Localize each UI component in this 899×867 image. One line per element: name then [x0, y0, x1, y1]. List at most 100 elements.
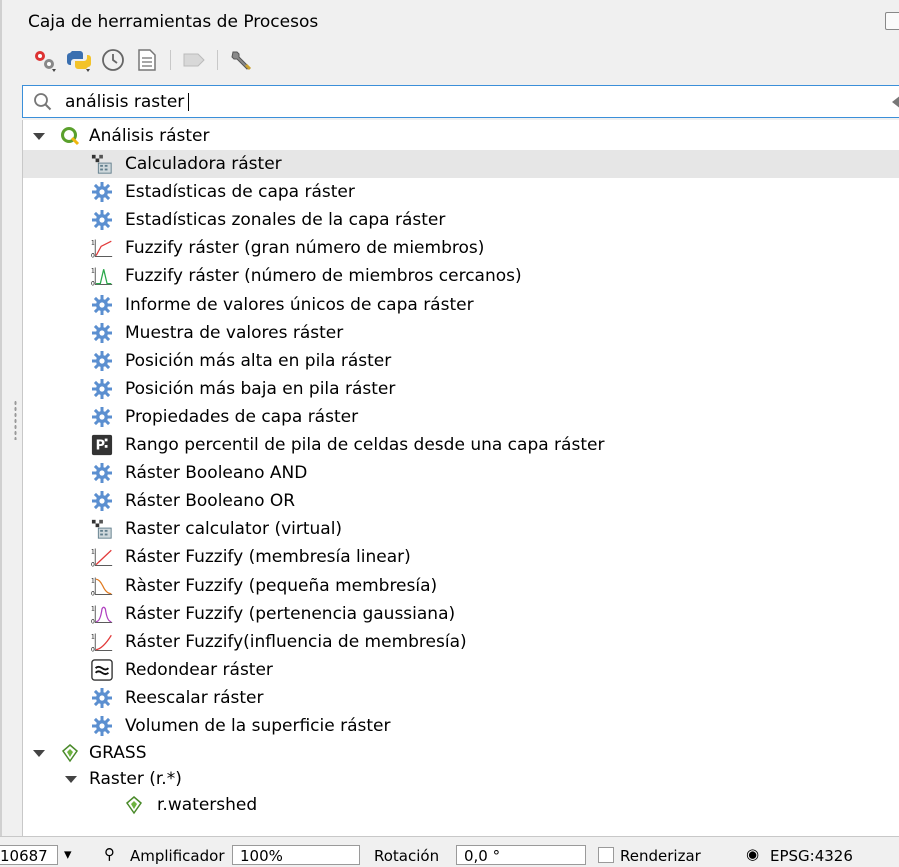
raster-calculator-icon [91, 153, 113, 175]
tree-item[interactable]: Propiedades de capa ráster [23, 403, 899, 431]
render-checkbox[interactable] [598, 847, 614, 863]
group-label: GRASS [89, 743, 147, 763]
raster-calculator-icon [91, 518, 113, 540]
tree-item[interactable]: 1 0 Ráster Fuzzify (pertenencia gaussiana) [23, 600, 899, 628]
item-label: Ráster Booleano OR [125, 491, 296, 511]
item-label: Ráster Fuzzify (membresía linear) [125, 547, 411, 567]
item-label: Estadísticas de capa ráster [125, 182, 355, 202]
round-raster-icon [91, 659, 113, 681]
tree-item[interactable]: 1 0 Ráster Fuzzify(influencia de membresía… [23, 628, 899, 656]
tree-item[interactable]: 1 0 Ráster Fuzzify (membresía linear) [23, 543, 899, 571]
svg-text:0: 0 [91, 562, 95, 568]
tree-item[interactable]: P Rango percentil de pila de celdas desde… [23, 431, 899, 459]
tree-item[interactable]: Reescalar ráster [23, 684, 899, 712]
svg-text:0: 0 [91, 253, 95, 259]
algorithm-gear-icon [91, 294, 113, 316]
tree-item[interactable]: Posición más baja en pila ráster [23, 375, 899, 403]
tree-item[interactable]: Estadísticas de capa ráster [23, 178, 899, 206]
item-label: Redondear ráster [125, 660, 273, 680]
algorithm-tree: Análisis ráster Calculadora ráster Estadí… [22, 120, 899, 836]
algorithm-gear-icon [91, 406, 113, 428]
tree-item[interactable]: 1 0 Fuzzify ráster (número de miembros cer… [23, 262, 899, 290]
python-icon[interactable] [62, 45, 96, 75]
item-label: Fuzzify ráster (número de miembros cerca… [125, 266, 522, 286]
algorithm-gear-icon [91, 490, 113, 512]
item-label: r.watershed [157, 795, 258, 815]
status-bar: 10687 ▾ ⚲ Amplificador 100% Rotación 0,0… [0, 836, 899, 865]
item-label: Ráster Fuzzify(influencia de membresía) [125, 632, 467, 652]
panel-title: Caja de herramientas de Procesos [28, 12, 319, 32]
svg-text:0: 0 [91, 619, 95, 625]
expand-arrow-icon[interactable] [65, 775, 77, 783]
results-icon[interactable] [130, 45, 164, 75]
item-label: Calculadora ráster [125, 154, 282, 174]
clear-search-icon[interactable] [892, 95, 899, 109]
tree-item[interactable]: Ráster Booleano OR [23, 487, 899, 515]
algorithm-gear-icon [91, 181, 113, 203]
fuzzify-near-icon: 10 [91, 265, 113, 287]
splitter-grip[interactable] [14, 400, 17, 440]
tree-item[interactable]: Raster calculator (virtual) [23, 515, 899, 543]
item-label: Raster calculator (virtual) [125, 519, 343, 539]
processing-toolbox-panel: Caja de herramientas de Procesos análisi… [0, 0, 899, 836]
svg-text:1: 1 [91, 550, 95, 556]
models-icon[interactable] [28, 45, 62, 75]
search-input[interactable]: análisis raster [65, 91, 190, 112]
svg-text:0: 0 [91, 647, 95, 653]
algorithm-gear-icon [91, 378, 113, 400]
search-value: análisis raster [65, 91, 185, 112]
algorithm-gear-icon [91, 322, 113, 344]
edit-features-icon[interactable] [177, 45, 211, 75]
algorithm-gear-icon [91, 715, 113, 737]
tree-item[interactable]: Redondear ráster [23, 656, 899, 684]
tree-item[interactable]: Informe de valores únicos de capa ráster [23, 291, 899, 319]
item-label: Posición más alta en pila ráster [125, 351, 392, 371]
rotation-value: 0,0 ° [464, 847, 501, 865]
fuzzify-gaussian-icon: 10 [91, 603, 113, 625]
tree-item[interactable]: Volumen de la superficie ráster [23, 712, 899, 740]
svg-text:0: 0 [91, 281, 95, 287]
tree-group-raster-analysis[interactable]: Análisis ráster [23, 122, 899, 150]
magnifier-label: Amplificador [130, 847, 225, 865]
tree-item[interactable]: Muestra de valores ráster [23, 319, 899, 347]
item-label: Muestra de valores ráster [125, 323, 344, 343]
tree-item[interactable]: 1 0 Fuzzify ráster (gran número de miembro… [23, 234, 899, 262]
percentile-icon: P [91, 434, 113, 456]
tree-item[interactable]: Calculadora ráster [23, 150, 899, 178]
fuzzify-linear-icon: 10 [91, 546, 113, 568]
history-icon[interactable] [96, 45, 130, 75]
algorithm-gear-icon [91, 687, 113, 709]
fuzzify-power-icon: 10 [91, 631, 113, 653]
fuzzify-small-icon: 10 [91, 575, 113, 597]
expand-arrow-icon[interactable] [33, 749, 45, 757]
svg-text:P: P [96, 439, 105, 454]
svg-text:1: 1 [91, 607, 95, 613]
panel-splitter[interactable] [0, 0, 2, 836]
item-label: Propiedades de capa ráster [125, 407, 359, 427]
item-label: Posición más baja en pila ráster [125, 379, 396, 399]
item-label: Reescalar ráster [125, 688, 264, 708]
coordinate-dropdown-icon[interactable]: ▾ [64, 845, 82, 865]
tree-item-r-watershed[interactable]: r.watershed [23, 791, 899, 819]
tree-group-grass[interactable]: GRASS [23, 739, 899, 767]
tree-item[interactable]: Posición más alta en pila ráster [23, 347, 899, 375]
tree-subgroup-raster[interactable]: Raster (r.*) [23, 765, 899, 793]
fuzzify-large-icon: 10 [91, 237, 113, 259]
svg-text:1: 1 [91, 269, 95, 275]
tree-item[interactable]: 1 0 Ràster Fuzzify (pequeña membresía) [23, 572, 899, 600]
magnifier-icon: ⚲ [104, 845, 115, 863]
float-panel-button[interactable] [885, 12, 899, 30]
search-field[interactable]: análisis raster [22, 85, 899, 118]
grass-logo-icon [123, 794, 145, 816]
tree-item[interactable]: Estadísticas zonales de la capa ráster [23, 206, 899, 234]
item-label: Informe de valores únicos de capa ráster [125, 295, 474, 315]
expand-arrow-icon[interactable] [33, 132, 45, 140]
options-wrench-icon[interactable] [224, 45, 258, 75]
item-label: Ràster Fuzzify (pequeña membresía) [125, 576, 438, 596]
qgis-logo-icon [59, 125, 81, 147]
tree-item[interactable]: Ráster Booleano AND [23, 459, 899, 487]
item-label: Volumen de la superficie ráster [125, 716, 391, 736]
crs-label[interactable]: EPSG:4326 [770, 847, 853, 867]
globe-icon[interactable]: ◉ [746, 845, 759, 865]
algorithm-gear-icon [91, 462, 113, 484]
